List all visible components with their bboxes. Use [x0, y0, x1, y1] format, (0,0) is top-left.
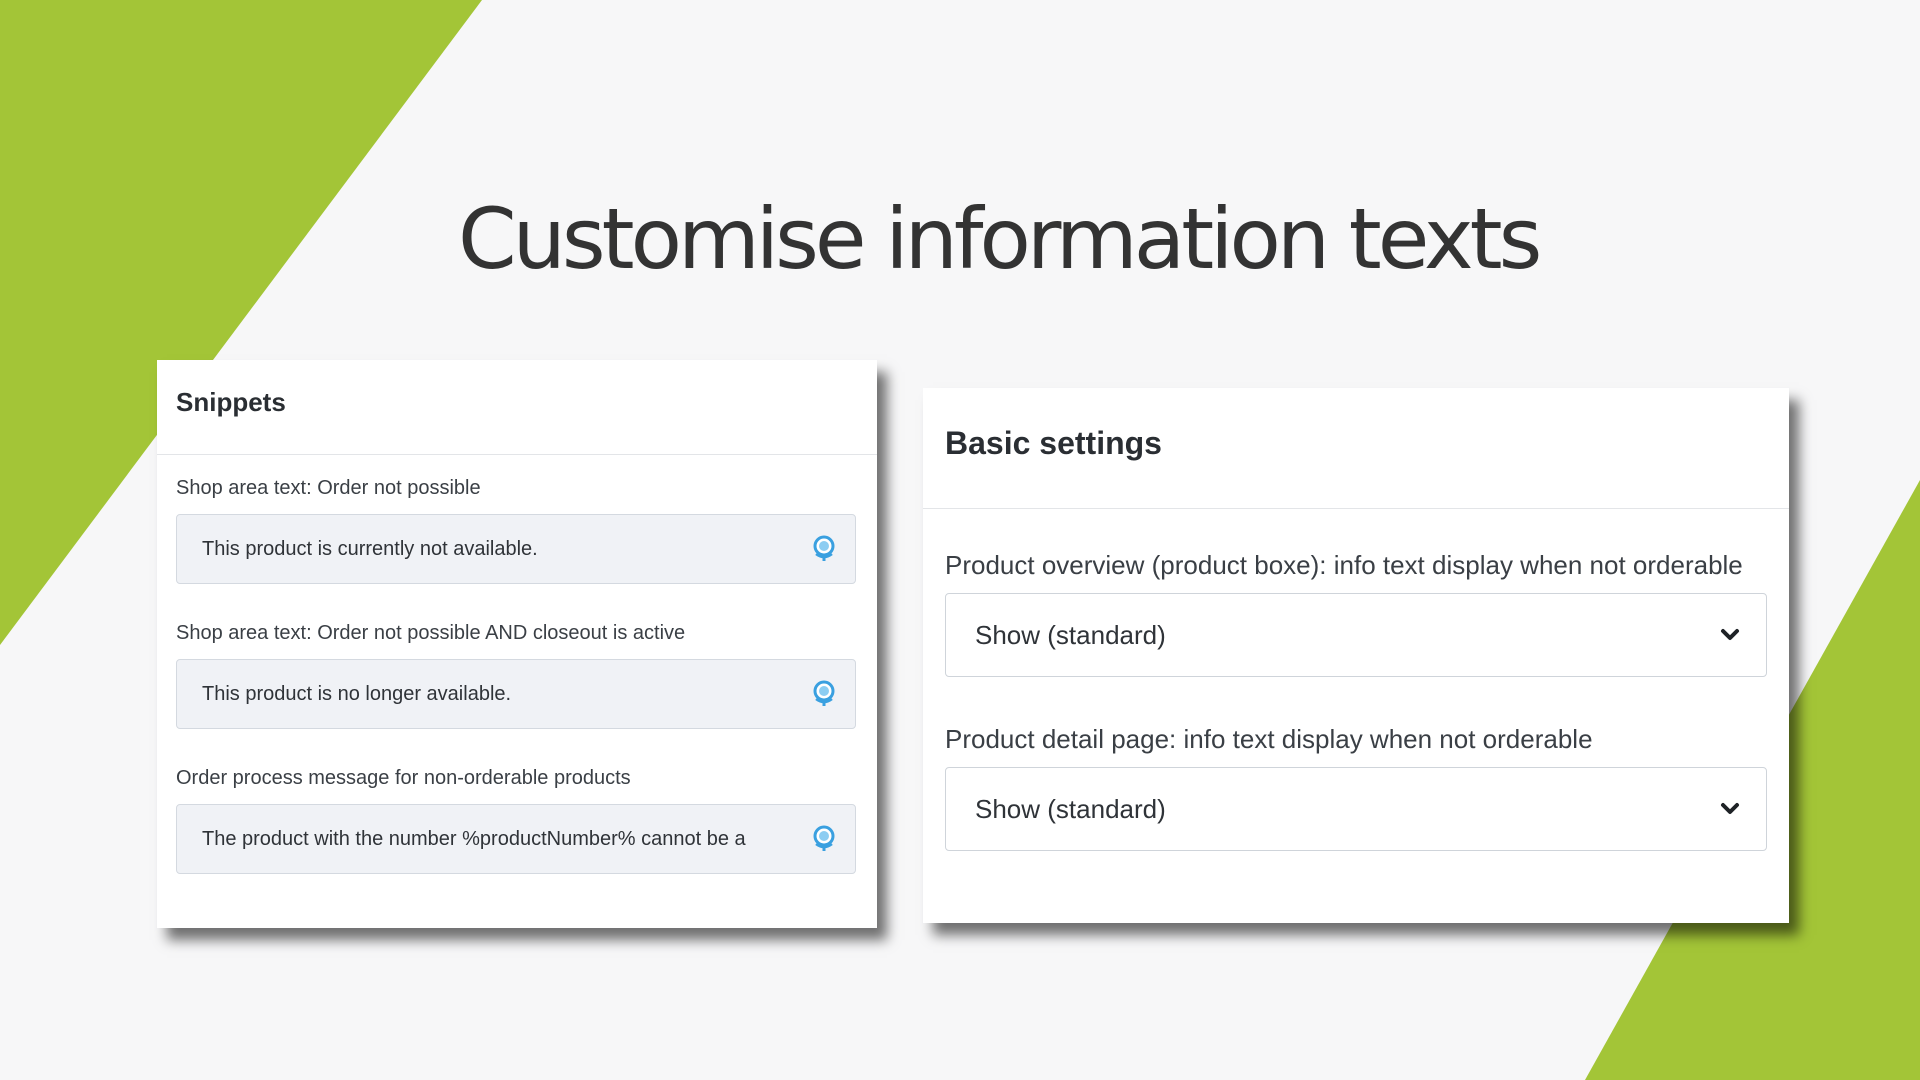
- field-label: Product detail page: info text display w…: [945, 724, 1593, 754]
- setting-field-product-overview: Product overview (product boxe): info te…: [945, 551, 1767, 677]
- snippet-input-value[interactable]: The product with the number %productNumb…: [202, 828, 801, 851]
- snippet-input[interactable]: The product with the number %productNumb…: [176, 804, 856, 874]
- snippets-body: Shop area text: Order not possible This …: [157, 455, 877, 874]
- snippet-field-order-not-possible: Shop area text: Order not possible This …: [176, 477, 856, 584]
- basic-settings-title: Basic settings: [945, 424, 1162, 461]
- globe-icon[interactable]: [811, 825, 837, 853]
- select-value[interactable]: Show (standard): [975, 620, 1720, 651]
- chevron-down-icon[interactable]: [1720, 628, 1740, 642]
- field-label: Shop area text: Order not possible: [176, 477, 481, 499]
- globe-icon[interactable]: [811, 680, 837, 708]
- slide-title: Customise information texts: [458, 190, 1542, 288]
- snippets-card: Snippets Shop area text: Order not possi…: [157, 360, 877, 928]
- product-detail-select[interactable]: Show (standard): [945, 767, 1767, 851]
- basic-settings-body: Product overview (product boxe): info te…: [923, 509, 1789, 851]
- basic-settings-card: Basic settings Product overview (product…: [923, 388, 1789, 923]
- snippets-title: Snippets: [176, 386, 286, 417]
- snippet-input[interactable]: This product is no longer available.: [176, 659, 856, 729]
- field-label: Shop area text: Order not possible AND c…: [176, 622, 686, 644]
- product-overview-select[interactable]: Show (standard): [945, 593, 1767, 677]
- snippets-card-header: Snippets: [157, 360, 877, 455]
- snippet-input[interactable]: This product is currently not available.: [176, 514, 856, 584]
- field-label: Product overview (product boxe): info te…: [945, 550, 1743, 580]
- globe-icon[interactable]: [811, 535, 837, 563]
- snippet-field-closeout-active: Shop area text: Order not possible AND c…: [176, 622, 856, 729]
- chevron-down-icon[interactable]: [1720, 802, 1740, 816]
- snippet-input-value[interactable]: This product is no longer available.: [202, 683, 801, 706]
- field-label: Order process message for non-orderable …: [176, 767, 631, 789]
- basic-settings-card-header: Basic settings: [923, 388, 1789, 509]
- snippet-input-value[interactable]: This product is currently not available.: [202, 538, 801, 561]
- select-value[interactable]: Show (standard): [975, 794, 1720, 825]
- snippet-field-order-process-message: Order process message for non-orderable …: [176, 767, 856, 874]
- setting-field-product-detail: Product detail page: info text display w…: [945, 725, 1767, 851]
